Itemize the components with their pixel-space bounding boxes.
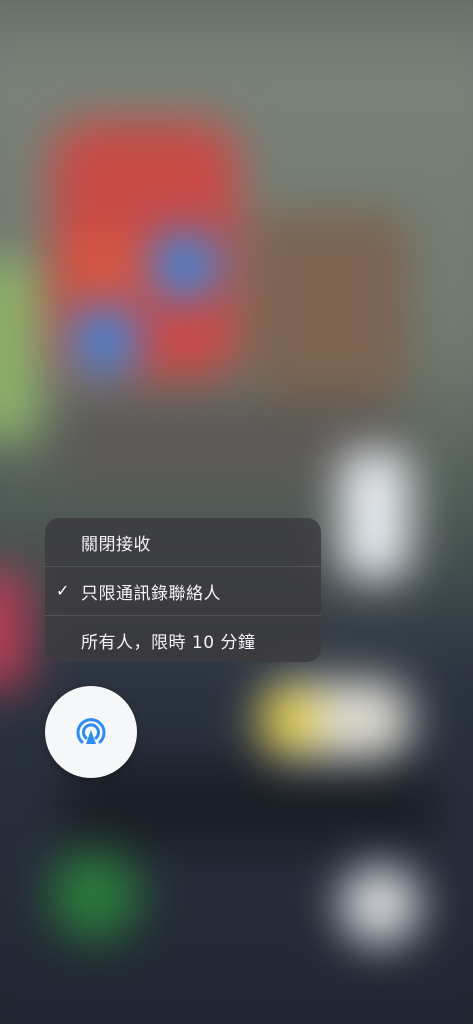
airdrop-button[interactable]	[45, 686, 137, 778]
menu-item-label: 只限通訊錄聯絡人	[81, 583, 221, 604]
control-center-screen: 關閉接收 ✓ 只限通訊錄聯絡人 所有人，限時 10 分鐘	[0, 0, 473, 1024]
bg-blob	[0, 570, 30, 690]
checkmark-icon: ✓	[56, 581, 70, 601]
menu-item-contacts-only[interactable]: ✓ 只限通訊錄聯絡人	[45, 566, 321, 615]
menu-item-label: 關閉接收	[81, 534, 151, 555]
airdrop-receiving-menu: 關閉接收 ✓ 只限通訊錄聯絡人 所有人，限時 10 分鐘	[45, 518, 321, 662]
bg-blob	[60, 760, 440, 850]
bg-blob	[340, 865, 420, 945]
bg-blob	[0, 260, 40, 440]
bg-blob	[150, 230, 220, 300]
blurred-background	[0, 0, 473, 1024]
menu-item-label: 所有人，限時 10 分鐘	[81, 632, 256, 653]
airdrop-icon	[76, 718, 106, 744]
menu-item-everyone-10-minutes[interactable]: 所有人，限時 10 分鐘	[45, 615, 321, 662]
bg-blob	[50, 850, 140, 940]
bg-blob	[340, 450, 410, 580]
bg-blob	[70, 305, 140, 375]
bg-blob	[250, 210, 410, 400]
bg-blob	[70, 235, 140, 295]
bg-blob	[260, 690, 320, 750]
menu-item-receiving-off[interactable]: 關閉接收	[45, 518, 321, 566]
